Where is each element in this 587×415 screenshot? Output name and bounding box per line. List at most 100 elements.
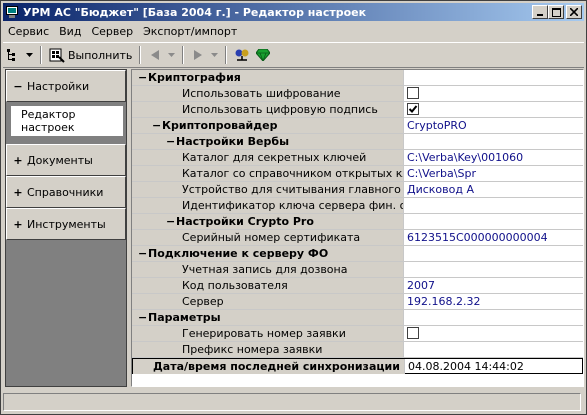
settings-group-row[interactable]: −Криптография: [132, 70, 583, 86]
setting-row[interactable]: Код пользователя 2007: [132, 278, 583, 294]
setting-row[interactable]: Префикс номера заявки: [132, 342, 583, 358]
setting-row[interactable]: Сервер 192.168.2.32: [132, 294, 583, 310]
setting-value-cell[interactable]: 04.08.2004 14:44:02: [406, 359, 582, 374]
setting-value-cell[interactable]: CryptoPRO: [405, 118, 583, 133]
setting-value-cell[interactable]: [405, 310, 583, 325]
setting-value: 2007: [407, 279, 435, 292]
setting-checkbox[interactable]: [407, 87, 419, 99]
run-button[interactable]: Выполнить: [46, 44, 135, 66]
setting-name-cell: Код пользователя: [132, 278, 404, 293]
settings-group-row[interactable]: −Настройки Вербы: [132, 134, 583, 150]
expand-icon: +: [13, 217, 23, 231]
setting-value-cell[interactable]: [405, 198, 583, 213]
setting-label: Подключение к серверу ФО: [148, 247, 329, 260]
setting-label: Параметры: [148, 311, 221, 324]
back-dropdown-button[interactable]: [165, 44, 178, 66]
setting-checkbox[interactable]: [407, 103, 419, 115]
status-panel: [3, 393, 581, 411]
setting-row[interactable]: Серийный номер сертификата 6123515C000000…: [132, 230, 583, 246]
nav-item-settings-editor[interactable]: Редактор настроек: [10, 105, 124, 137]
settings-group-row[interactable]: −Настройки Crypto Pro: [132, 214, 583, 230]
toolbar-separator: [40, 46, 42, 64]
setting-value-cell[interactable]: [405, 214, 583, 229]
nav-group-references[interactable]: + Справочники: [6, 176, 126, 208]
maximize-button[interactable]: [548, 5, 564, 19]
setting-value-cell[interactable]: 192.168.2.32: [405, 294, 583, 309]
setting-value-cell[interactable]: Дисковод A: [405, 182, 583, 197]
setting-name-cell: Устройство для считывания главного ключа: [132, 182, 404, 197]
setting-value-cell[interactable]: [405, 262, 583, 277]
setting-checkbox[interactable]: [407, 327, 419, 339]
setting-label: Каталог для секретных ключей: [182, 151, 367, 164]
tree-dropdown-button[interactable]: [23, 44, 36, 66]
setting-value-cell[interactable]: [405, 86, 583, 101]
setting-value-cell[interactable]: [405, 70, 583, 85]
setting-name-cell: −Криптография: [132, 70, 404, 85]
setting-value-cell[interactable]: 6123515C000000000004: [405, 230, 583, 245]
collapse-icon[interactable]: −: [138, 70, 148, 85]
setting-row[interactable]: Каталог со справочником открытых ключей C…: [132, 166, 583, 182]
nav-group-label: Инструменты: [27, 217, 106, 231]
setting-value: 192.168.2.32: [407, 295, 481, 308]
setting-row[interactable]: Идентификатор ключа сервера фин. органа: [132, 198, 583, 214]
setting-value: CryptoPRO: [407, 119, 467, 132]
setting-value-cell[interactable]: [405, 246, 583, 261]
collapse-icon[interactable]: −: [166, 214, 176, 229]
setting-label: Дата/время последней синхронизации: [153, 360, 400, 373]
nav-group-settings[interactable]: − Настройки: [6, 70, 126, 102]
menu-export-import[interactable]: Экспорт/импорт: [138, 25, 242, 38]
settings-group-row[interactable]: −Подключение к серверу ФО: [132, 246, 583, 262]
back-button[interactable]: [145, 44, 165, 66]
sync-button[interactable]: [253, 44, 273, 66]
setting-name-cell: −Параметры: [132, 310, 404, 325]
setting-value-cell[interactable]: [405, 326, 583, 341]
minimize-button[interactable]: [532, 5, 548, 19]
setting-name-cell: Генерировать номер заявки: [132, 326, 404, 341]
setting-row[interactable]: Генерировать номер заявки: [132, 326, 583, 342]
setting-row[interactable]: Каталог для секретных ключей C:\Verba\Key…: [132, 150, 583, 166]
nav-group-tools[interactable]: + Инструменты: [6, 208, 126, 240]
setting-label: Префикс номера заявки: [182, 343, 323, 356]
chevron-down-icon: [168, 53, 176, 57]
collapse-icon[interactable]: −: [138, 246, 148, 261]
connect-button[interactable]: [231, 44, 253, 66]
collapse-icon[interactable]: −: [166, 134, 176, 149]
setting-row[interactable]: Использовать цифровую подпись: [132, 102, 583, 118]
setting-label: Сервер: [182, 295, 224, 308]
setting-value: 04.08.2004 14:44:02: [408, 360, 524, 373]
menu-view[interactable]: Вид: [54, 25, 86, 38]
setting-name-cell: Префикс номера заявки: [132, 342, 404, 357]
collapse-icon[interactable]: −: [152, 118, 162, 133]
settings-group-row[interactable]: −Параметры: [132, 310, 583, 326]
setting-name-cell: −Настройки Вербы: [132, 134, 404, 149]
close-button[interactable]: [566, 5, 582, 19]
settings-group-row[interactable]: −Криптопровайдер CryptoPRO: [132, 118, 583, 134]
forward-dropdown-button[interactable]: [208, 44, 221, 66]
check-icon: [408, 105, 418, 113]
setting-row[interactable]: Учетная запись для дозвона: [132, 262, 583, 278]
menu-server[interactable]: Сервер: [86, 25, 138, 38]
setting-value-cell[interactable]: 2007: [405, 278, 583, 293]
setting-name-cell: Идентификатор ключа сервера фин. органа: [132, 198, 404, 213]
setting-name-cell: Каталог со справочником открытых ключей: [132, 166, 404, 181]
setting-value-cell[interactable]: [405, 134, 583, 149]
nav-group-documents[interactable]: + Документы: [6, 144, 126, 176]
setting-name-cell: Каталог для секретных ключей: [132, 150, 404, 165]
nav-group-body: Редактор настроек: [6, 102, 126, 144]
setting-row[interactable]: Использовать шифрование: [132, 86, 583, 102]
navigation-panel: − Настройки Редактор настроек + Документ…: [5, 69, 127, 387]
setting-value-cell[interactable]: C:\Verba\Spr: [405, 166, 583, 181]
toolbar-separator: [182, 46, 185, 64]
menu-service[interactable]: Сервис: [3, 25, 54, 38]
setting-value-cell[interactable]: C:\Verba\Key\001060: [405, 150, 583, 165]
forward-button[interactable]: [188, 44, 208, 66]
collapse-icon[interactable]: −: [138, 310, 148, 325]
setting-value-cell[interactable]: [405, 102, 583, 117]
setting-name-cell: Серийный номер сертификата: [132, 230, 404, 245]
title-bar[interactable]: УРМ АС "Бюджет" [База 2004 г.] - Редакто…: [3, 3, 584, 21]
tree-view-button[interactable]: [3, 44, 23, 66]
setting-row[interactable]: Устройство для считывания главного ключа…: [132, 182, 583, 198]
settings-group-row[interactable]: Дата/время последней синхронизации 04.08.…: [132, 358, 583, 374]
setting-value-cell[interactable]: [405, 342, 583, 357]
settings-grid: −Криптография Использовать шифрование Испо…: [131, 69, 584, 387]
